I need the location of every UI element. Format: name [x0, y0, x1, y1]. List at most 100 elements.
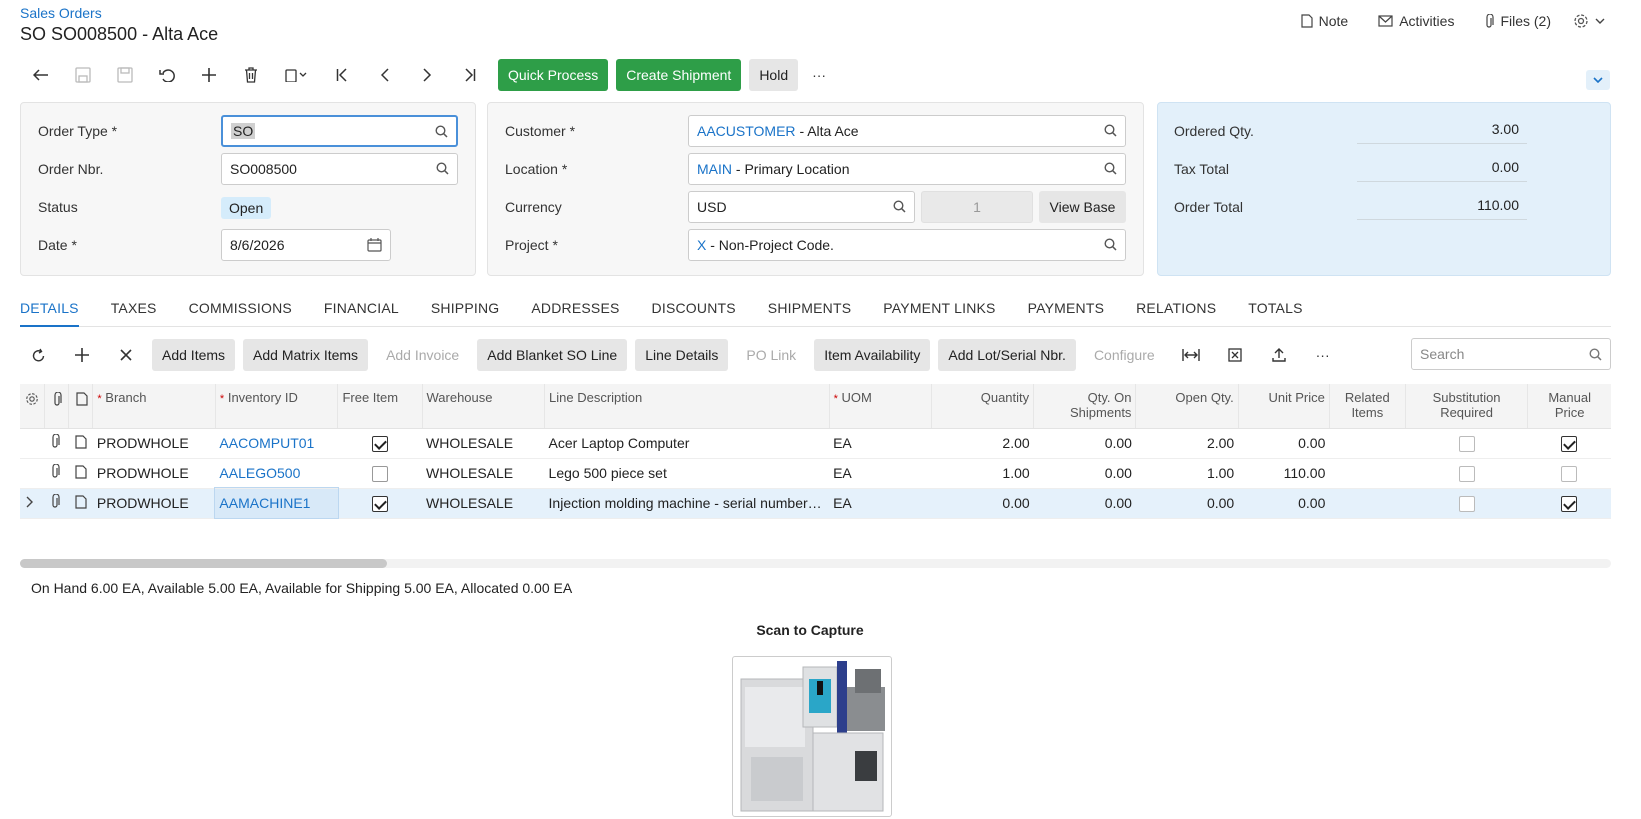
add-row-button[interactable] [64, 339, 100, 371]
unit-price-cell[interactable]: 0.00 [1238, 428, 1330, 459]
search-icon[interactable] [1104, 238, 1117, 251]
uom-header[interactable]: * UOM [829, 384, 932, 429]
collapse-header-button[interactable] [1586, 70, 1610, 90]
date-field[interactable]: 8/6/2026 [221, 229, 391, 261]
note-icon[interactable] [74, 464, 87, 479]
line-details-button[interactable]: Line Details [635, 339, 729, 371]
substitution-required-cell[interactable] [1405, 458, 1528, 489]
inventory-id-cell[interactable]: AALEGO500 [215, 458, 338, 489]
warehouse-cell[interactable]: WHOLESALE [422, 428, 545, 459]
manual-price-cell[interactable] [1527, 428, 1611, 459]
project-field[interactable]: X - Non-Project Code. [688, 229, 1126, 261]
quantity-header[interactable]: Quantity [931, 384, 1035, 429]
tab-payments[interactable]: PAYMENTS [1028, 300, 1105, 327]
inventory-id-header[interactable]: * Inventory ID [215, 384, 339, 429]
substitution-checkbox[interactable] [1458, 495, 1475, 512]
tab-taxes[interactable]: TAXES [111, 300, 157, 327]
upload-button[interactable] [1261, 339, 1297, 371]
table-row[interactable]: PRODWHOLE AACOMPUT01 WHOLESALE Acer Lapt… [20, 428, 1611, 459]
description-cell[interactable]: Lego 500 piece set [544, 458, 830, 489]
fit-columns-button[interactable] [1173, 339, 1209, 371]
free-item-cell[interactable] [337, 428, 422, 459]
scrollbar-thumb[interactable] [20, 559, 387, 568]
add-invoice-button[interactable]: Add Invoice [376, 339, 469, 371]
substitution-required-cell[interactable] [1405, 428, 1528, 459]
order-nbr-field[interactable]: SO008500 [221, 153, 458, 185]
note-icon[interactable] [74, 434, 87, 449]
qty-on-shipments-header[interactable]: Qty. On Shipments [1033, 384, 1137, 429]
cancel-button[interactable] [146, 59, 188, 91]
currency-field[interactable]: USD [688, 191, 915, 223]
chevron-right-icon[interactable] [26, 496, 34, 508]
free-item-cell[interactable] [337, 488, 422, 519]
settings-menu-button[interactable] [1573, 13, 1605, 29]
first-record-button[interactable] [322, 59, 364, 91]
tab-discounts[interactable]: DISCOUNTS [652, 300, 736, 327]
view-base-button[interactable]: View Base [1039, 191, 1126, 223]
add-items-button[interactable]: Add Items [152, 339, 236, 371]
tab-addresses[interactable]: ADDRESSES [531, 300, 619, 327]
quantity-cell[interactable]: 0.00 [931, 488, 1034, 519]
inventory-id-link[interactable]: AACOMPUT01 [219, 435, 314, 451]
note-button[interactable]: Note [1301, 13, 1348, 29]
note-icon[interactable] [74, 494, 87, 509]
search-icon[interactable] [893, 200, 906, 213]
line-description-header[interactable]: Line Description [544, 384, 830, 429]
tab-financial[interactable]: FINANCIAL [324, 300, 399, 327]
uom-cell[interactable]: EA [829, 488, 932, 519]
grid-search-input[interactable]: Search [1411, 338, 1611, 370]
branch-header[interactable]: * Branch [92, 384, 216, 429]
branch-cell[interactable]: PRODWHOLE [92, 428, 216, 459]
paperclip-icon[interactable] [50, 464, 60, 479]
export-excel-button[interactable] [1217, 339, 1253, 371]
warehouse-header[interactable]: Warehouse [422, 384, 546, 429]
manual-price-cell[interactable] [1527, 458, 1611, 489]
save-button[interactable] [104, 59, 146, 91]
free-item-checkbox[interactable] [371, 495, 388, 512]
open-qty-header[interactable]: Open Qty. [1135, 384, 1239, 429]
uom-cell[interactable]: EA [829, 428, 932, 459]
back-button[interactable] [20, 59, 62, 91]
tab-totals[interactable]: TOTALS [1248, 300, 1302, 327]
paperclip-icon[interactable] [50, 494, 60, 509]
unit-price-header[interactable]: Unit Price [1238, 384, 1330, 429]
search-icon[interactable] [435, 125, 448, 138]
add-lot-serial-button[interactable]: Add Lot/Serial Nbr. [938, 339, 1076, 371]
manual-price-cell[interactable] [1527, 488, 1611, 519]
inventory-id-link[interactable]: AALEGO500 [219, 465, 300, 481]
delete-row-button[interactable] [108, 339, 144, 371]
paperclip-icon[interactable] [50, 434, 60, 449]
warehouse-cell[interactable]: WHOLESALE [422, 488, 545, 519]
item-availability-button[interactable]: Item Availability [814, 339, 931, 371]
previous-record-button[interactable] [364, 59, 406, 91]
quantity-cell[interactable]: 2.00 [931, 428, 1034, 459]
manual-price-checkbox[interactable] [1561, 465, 1578, 482]
inventory-id-link[interactable]: AAMACHINE1 [219, 495, 310, 511]
location-field[interactable]: MAIN - Primary Location [688, 153, 1126, 185]
table-row[interactable]: PRODWHOLE AALEGO500 WHOLESALE Lego 500 p… [20, 458, 1611, 489]
project-link[interactable]: X [697, 237, 706, 253]
item-image[interactable] [732, 656, 892, 817]
copy-paste-menu[interactable] [272, 59, 322, 91]
configure-button[interactable]: Configure [1084, 339, 1165, 371]
activities-button[interactable]: Activities [1378, 13, 1454, 29]
description-cell[interactable]: Injection molding machine - serial numbe… [544, 488, 830, 519]
order-type-field[interactable]: SO [221, 115, 458, 147]
grid-more-button[interactable]: ··· [1305, 339, 1341, 371]
unit-price-cell[interactable]: 110.00 [1238, 458, 1330, 489]
delete-button[interactable] [230, 59, 272, 91]
tab-payment-links[interactable]: PAYMENT LINKS [883, 300, 995, 327]
calendar-icon[interactable] [367, 238, 382, 252]
related-items-header[interactable]: Related Items [1329, 384, 1406, 429]
quick-process-button[interactable]: Quick Process [498, 59, 609, 91]
add-matrix-items-button[interactable]: Add Matrix Items [243, 339, 369, 371]
branch-cell[interactable]: PRODWHOLE [92, 458, 216, 489]
quantity-cell[interactable]: 1.00 [931, 458, 1034, 489]
tab-relations[interactable]: RELATIONS [1136, 300, 1216, 327]
breadcrumb-sales-orders[interactable]: Sales Orders [20, 5, 102, 21]
table-row[interactable]: PRODWHOLE AAMACHINE1 WHOLESALE Injection… [20, 487, 1611, 519]
substitution-required-cell[interactable] [1405, 488, 1528, 519]
next-record-button[interactable] [406, 59, 448, 91]
create-shipment-button[interactable]: Create Shipment [616, 59, 742, 91]
tab-shipments[interactable]: SHIPMENTS [768, 300, 851, 327]
